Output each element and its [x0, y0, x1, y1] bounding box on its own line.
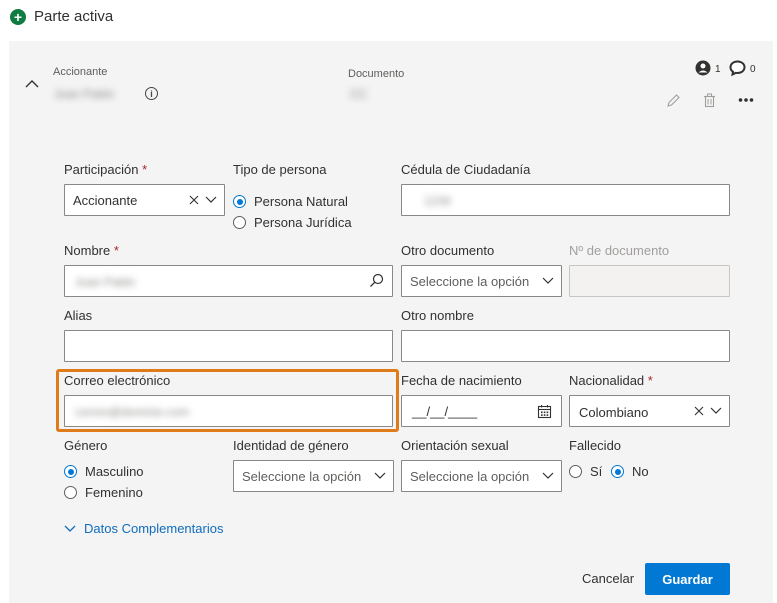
otro-nombre-label: Otro nombre	[401, 308, 474, 323]
clear-icon[interactable]	[189, 195, 199, 205]
document-label: Documento	[348, 68, 405, 80]
fecha-nacimiento-input[interactable]: __/__/____	[401, 395, 562, 427]
numero-documento-input	[569, 265, 730, 297]
radio-persona-juridica[interactable]: Persona Jurídica	[233, 215, 352, 230]
party-card	[9, 41, 773, 603]
delete-icon[interactable]	[703, 93, 716, 108]
cedula-input[interactable]: 1234	[401, 184, 730, 216]
orientacion-sexual-select[interactable]: Seleccione la opción	[401, 460, 562, 492]
chevron-down-icon[interactable]	[205, 196, 217, 204]
fecha-nacimiento-label: Fecha de nacimiento	[401, 373, 522, 388]
radio-unchecked[interactable]	[569, 465, 582, 478]
role-value: Juan Pablo	[54, 87, 115, 101]
chevron-down-icon[interactable]	[710, 407, 722, 415]
user-count: 1	[715, 64, 721, 75]
chevron-down-icon[interactable]	[374, 472, 386, 480]
section-header: + Parte activa	[10, 8, 113, 25]
chevron-down-icon[interactable]	[542, 277, 554, 285]
radio-unchecked[interactable]	[233, 216, 246, 229]
clear-icon[interactable]	[694, 406, 704, 416]
info-icon[interactable]: i	[145, 87, 158, 100]
orientacion-sexual-label: Orientación sexual	[401, 438, 509, 453]
radio-femenino[interactable]: Femenino	[64, 485, 143, 500]
chevron-down-icon[interactable]	[542, 472, 554, 480]
alias-label: Alias	[64, 308, 93, 323]
chevron-up-icon[interactable]	[24, 78, 40, 90]
comment-icon[interactable]	[729, 60, 746, 76]
nombre-input[interactable]: Juan Pablo	[64, 265, 393, 297]
comment-count: 0	[750, 64, 756, 75]
correo-label: Correo electrónico	[64, 373, 171, 388]
alias-input[interactable]	[64, 330, 393, 362]
nombre-label: Nombre *	[64, 243, 119, 258]
section-title: Parte activa	[34, 8, 114, 25]
search-icon[interactable]	[369, 273, 384, 288]
datos-complementarios-toggle[interactable]: Datos Complementarios	[64, 521, 223, 536]
radio-checked[interactable]	[611, 465, 624, 478]
otro-documento-label: Otro documento	[401, 243, 495, 258]
participacion-label: Participación *	[64, 162, 148, 177]
otro-documento-select[interactable]: Seleccione la opción	[401, 265, 562, 297]
nacionalidad-select[interactable]: Colombiano	[569, 395, 730, 427]
calendar-icon[interactable]	[537, 404, 552, 419]
radio-checked[interactable]	[233, 195, 246, 208]
identidad-genero-select[interactable]: Seleccione la opción	[233, 460, 394, 492]
fallecido-label: Fallecido	[569, 438, 622, 453]
save-button[interactable]: Guardar	[645, 563, 730, 595]
document-value: CC	[350, 87, 368, 101]
user-icon[interactable]	[695, 60, 711, 76]
more-icon[interactable]	[738, 97, 754, 103]
edit-icon[interactable]	[666, 93, 681, 108]
cancel-button[interactable]: Cancelar	[582, 571, 634, 586]
genero-label: Género	[64, 438, 108, 453]
identidad-genero-label: Identidad de género	[233, 438, 349, 453]
correo-input[interactable]: correo@dominio.com	[64, 395, 393, 427]
role-label: Accionante	[53, 66, 108, 78]
radio-checked[interactable]	[64, 465, 77, 478]
nacionalidad-label: Nacionalidad *	[569, 373, 653, 388]
radio-unchecked[interactable]	[64, 486, 77, 499]
tipo-persona-label: Tipo de persona	[233, 162, 327, 177]
radio-si[interactable]: Sí	[569, 464, 602, 479]
cedula-label: Cédula de Ciudadanía	[401, 162, 531, 177]
plus-circle-icon[interactable]: +	[10, 8, 26, 25]
participacion-select[interactable]: Accionante	[64, 184, 225, 216]
radio-persona-natural[interactable]: Persona Natural	[233, 194, 348, 209]
radio-no[interactable]: No	[611, 464, 649, 479]
radio-masculino[interactable]: Masculino	[64, 464, 144, 479]
chevron-down-icon	[64, 525, 76, 532]
otro-nombre-input[interactable]	[401, 330, 730, 362]
numero-documento-label: Nº de documento	[569, 243, 670, 258]
